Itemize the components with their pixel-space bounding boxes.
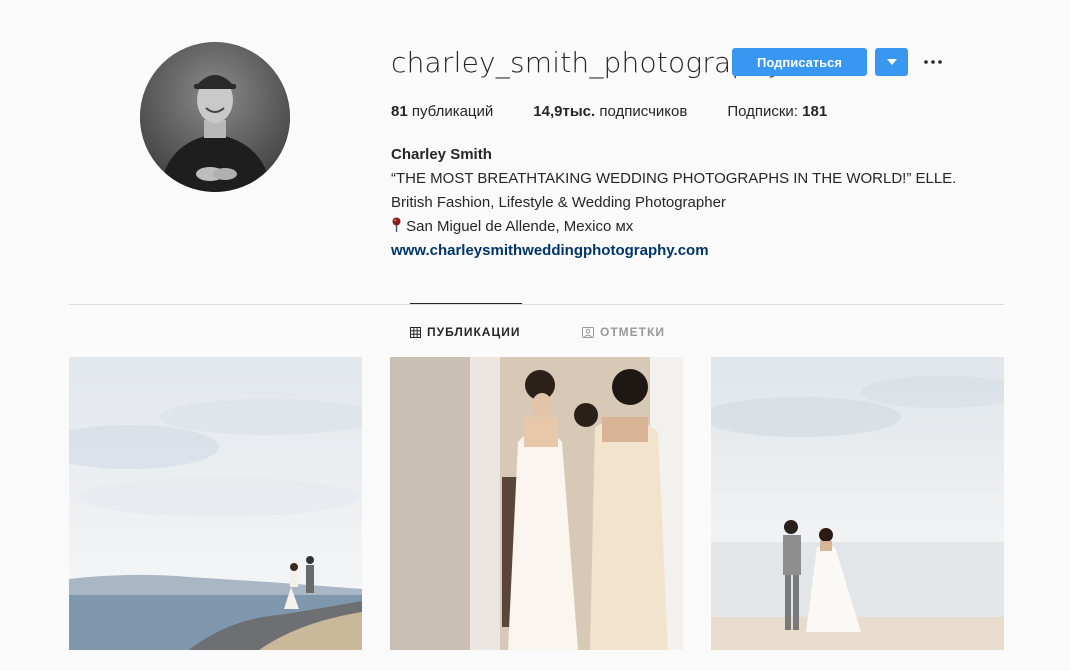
active-tab-indicator — [410, 303, 522, 304]
caret-down-icon — [886, 59, 897, 65]
follow-button[interactable]: Подписаться — [732, 48, 867, 76]
grid-icon — [410, 326, 421, 338]
post-thumbnail[interactable] — [390, 357, 683, 650]
profile-stats: 81 публикаций 14,9тыс. подписчиков Подпи… — [391, 103, 867, 120]
posts-stat: 81 публикаций — [391, 103, 493, 120]
tab-posts-label: ПУБЛИКАЦИИ — [427, 325, 521, 339]
bio-location: San Miguel de Allende, Mexico мх — [391, 215, 956, 239]
bio-location-text: San Miguel de Allende, Mexico мх — [406, 218, 634, 235]
posts-count: 81 — [391, 103, 408, 120]
posts-label: публикаций — [411, 103, 494, 120]
tab-posts[interactable]: ПУБЛИКАЦИИ — [410, 322, 520, 342]
tagged-icon — [582, 326, 594, 338]
more-options-button[interactable] — [918, 48, 948, 76]
following-stat[interactable]: Подписки: 181 — [727, 103, 827, 120]
following-count: 181 — [802, 103, 828, 120]
profile-bio: Charley Smith “THE MOST BREATHTAKING WED… — [391, 143, 956, 263]
more-dots-icon — [924, 60, 942, 64]
avatar[interactable] — [140, 42, 290, 192]
tab-tagged[interactable]: ОТМЕТКИ — [582, 322, 665, 342]
followers-stat[interactable]: 14,9тыс. подписчиков — [533, 103, 687, 120]
tabs-divider — [69, 304, 1004, 305]
followers-label: подписчиков — [599, 103, 688, 120]
bio-line: “THE MOST BREATHTAKING WEDDING PHOTOGRAP… — [391, 170, 957, 187]
profile-full-name: Charley Smith — [391, 146, 492, 163]
followers-count: 14,9тыс. — [533, 103, 596, 120]
pushpin-icon — [392, 217, 401, 232]
post-thumbnail[interactable] — [69, 357, 362, 650]
suggestions-dropdown-button[interactable] — [875, 48, 908, 76]
profile-website-link[interactable]: www.charleysmithweddingphotography.com — [391, 239, 956, 263]
profile-username: charley_smith_photography — [391, 46, 785, 79]
following-label: Подписки: — [727, 103, 798, 120]
bio-line: British Fashion, Lifestyle & Wedding Pho… — [391, 194, 726, 211]
tab-tagged-label: ОТМЕТКИ — [600, 325, 665, 339]
post-thumbnail[interactable] — [711, 357, 1004, 650]
